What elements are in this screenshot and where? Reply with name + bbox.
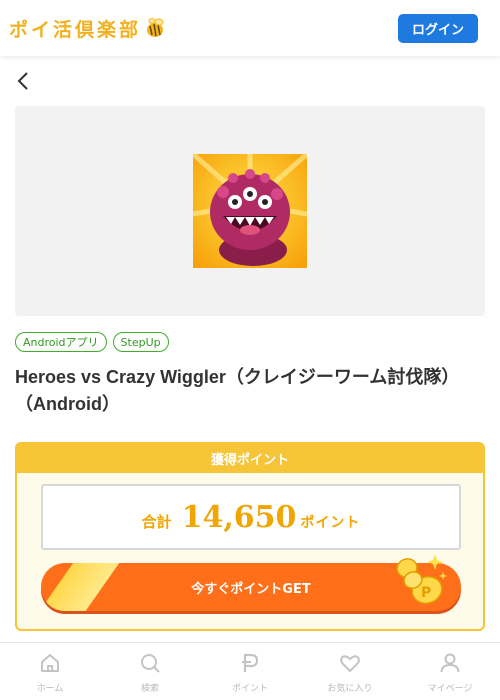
app-hero-banner	[15, 106, 485, 316]
tab-search[interactable]: 検索	[100, 643, 200, 700]
login-button[interactable]: ログイン	[398, 14, 478, 43]
search-icon	[141, 654, 160, 673]
tag-list: Androidアプリ StepUp	[15, 332, 169, 352]
points-panel-header: 獲得ポイント	[17, 444, 483, 473]
svg-text:P: P	[421, 585, 431, 601]
app-header: ポイ活倶楽部 ログイン	[0, 0, 500, 56]
heart-icon	[340, 655, 360, 672]
tag-stepup: StepUp	[112, 332, 169, 352]
bottom-tab-bar: ホーム 検索 ポイント お気に入り マイページ	[0, 642, 500, 700]
app-icon[interactable]	[193, 154, 307, 268]
tab-search-label: 検索	[140, 684, 159, 694]
total-unit: ポイント	[300, 515, 361, 531]
total-value: 14,650	[181, 500, 297, 535]
points-panel: 獲得ポイント 合計 14,650 ポイント 今すぐポイントGET P	[15, 442, 485, 631]
home-icon	[41, 654, 59, 672]
tab-mypage[interactable]: マイページ	[400, 643, 500, 700]
coins-icon: P	[396, 554, 447, 604]
tab-mypage-label: マイページ	[427, 684, 473, 694]
points-total: 合計 14,650 ポイント	[41, 484, 461, 550]
logo-text: ポイ活倶楽部	[9, 18, 142, 41]
app-title: Heroes vs Crazy Wiggler（クレイジーワーム討伐隊）（And…	[15, 367, 460, 414]
site-logo[interactable]: ポイ活倶楽部	[9, 14, 167, 42]
point-icon	[242, 653, 259, 672]
chevron-left-icon[interactable]	[14, 70, 34, 92]
tab-home[interactable]: ホーム	[0, 643, 100, 700]
tab-points-label: ポイント	[231, 684, 268, 694]
tab-favorites-label: お気に入り	[327, 684, 373, 694]
tab-favorites[interactable]: お気に入り	[300, 643, 400, 700]
user-icon	[440, 653, 460, 673]
tab-points[interactable]: ポイント	[200, 643, 300, 700]
total-label: 合計	[141, 513, 172, 531]
tab-home-label: ホーム	[36, 684, 64, 694]
bee-icon	[147, 18, 164, 37]
tag-android-app: Androidアプリ	[15, 332, 107, 352]
